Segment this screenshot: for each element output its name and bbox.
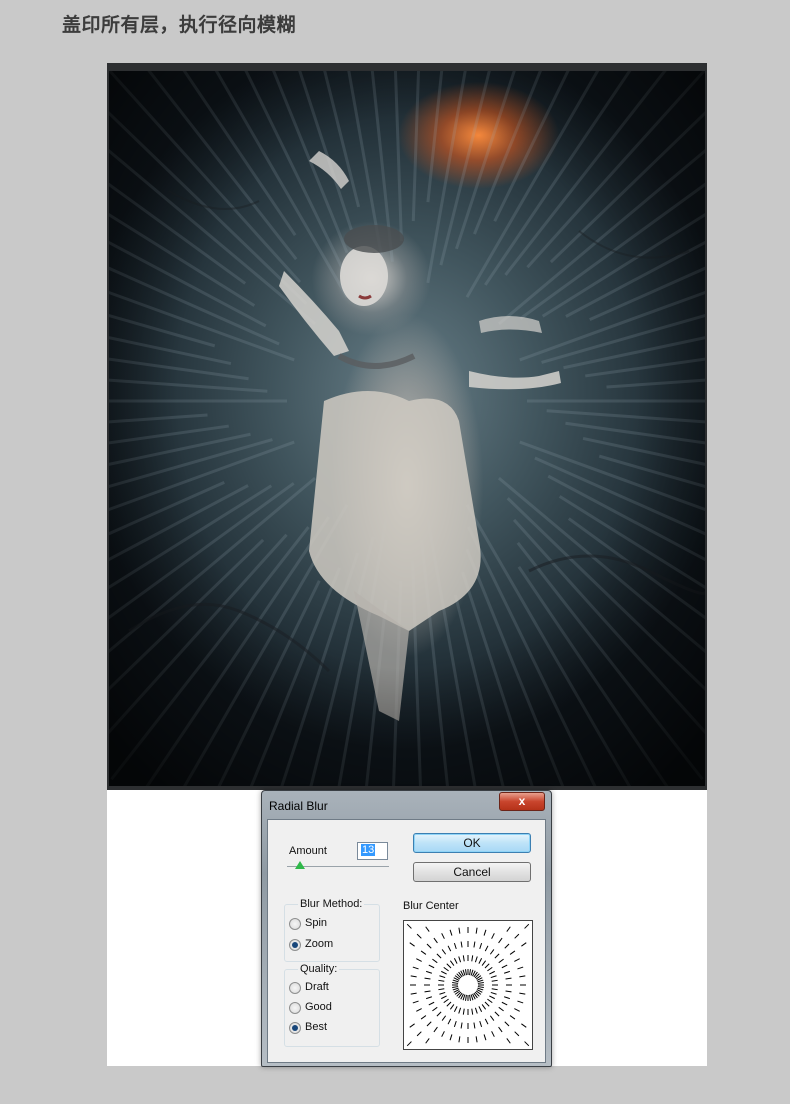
- blur-center-preview[interactable]: [403, 920, 533, 1050]
- quality-label: Quality:: [298, 963, 340, 975]
- radio-good-label: Good: [305, 1001, 332, 1013]
- close-icon: x: [518, 794, 526, 808]
- radio-best-button[interactable]: [289, 1022, 301, 1034]
- dialog-title: Radial Blur: [269, 799, 328, 813]
- dialog-body: Amount 13 OK Cancel Blur Method: Spin Zo…: [267, 819, 546, 1063]
- radial-blur-dialog: Radial Blur x Amount 13 OK Cancel Blur M…: [261, 790, 552, 1067]
- radio-best-label: Best: [305, 1021, 328, 1033]
- blur-center-label: Blur Center: [403, 900, 459, 912]
- radio-good-button[interactable]: [289, 1002, 301, 1014]
- radio-draft-label: Draft: [305, 981, 329, 993]
- blur-center-lines: [406, 923, 530, 1047]
- cancel-button[interactable]: Cancel: [413, 862, 531, 882]
- amount-input[interactable]: 13: [357, 842, 388, 860]
- amount-label: Amount: [289, 845, 327, 857]
- radio-zoom-label: Zoom: [305, 938, 334, 950]
- ok-button[interactable]: OK: [413, 833, 531, 853]
- image-canvas-frame: [107, 63, 707, 790]
- blur-method-label: Blur Method:: [298, 898, 365, 910]
- blur-method-group: Blur Method: Spin Zoom: [284, 898, 380, 962]
- radio-zoom-button[interactable]: [289, 939, 301, 951]
- photo-artwork: [109, 71, 705, 786]
- radio-spin-button[interactable]: [289, 918, 301, 930]
- amount-value: 13: [361, 844, 376, 856]
- amount-slider-thumb[interactable]: [295, 861, 305, 869]
- radial-blur-photo: [109, 71, 705, 786]
- radio-spin-label: Spin: [305, 917, 328, 929]
- radio-draft-button[interactable]: [289, 982, 301, 994]
- page-heading: 盖印所有层，执行径向模糊: [62, 14, 297, 36]
- close-button[interactable]: x: [499, 792, 545, 811]
- quality-group: Quality: Draft Good Best: [284, 963, 380, 1047]
